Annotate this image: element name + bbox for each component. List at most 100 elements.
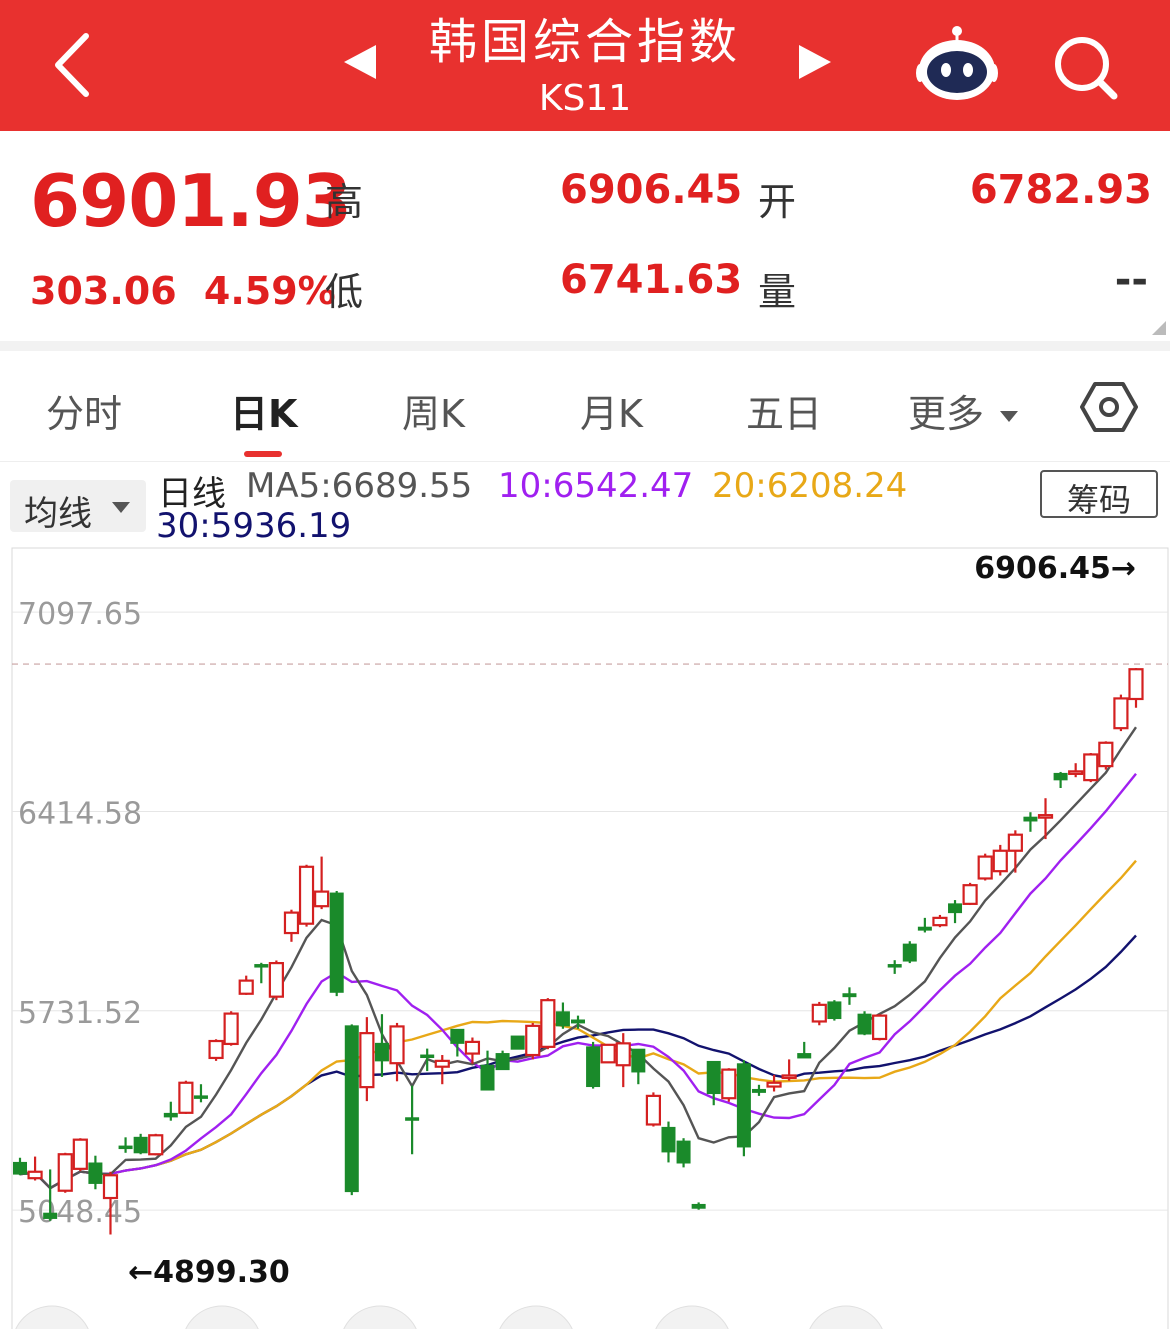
change-percent: 4.59% (203, 269, 336, 313)
candle (163, 1101, 178, 1121)
candle-body (932, 916, 948, 927)
candle-body (314, 890, 330, 908)
candle-body (661, 1126, 676, 1153)
candle (661, 1121, 676, 1163)
candle (57, 1152, 73, 1193)
candle (314, 856, 330, 910)
candle-body (540, 999, 556, 1048)
candle (827, 1000, 842, 1021)
expand-corner-icon[interactable] (1152, 321, 1166, 335)
candle (676, 1138, 691, 1168)
candle (948, 900, 963, 924)
candle-body (57, 1153, 73, 1192)
y-tick-label: 6414.58 (18, 796, 142, 831)
candle-body (1128, 668, 1144, 701)
candle (1083, 752, 1099, 783)
candle-body (766, 1081, 782, 1088)
open-value: 6782.93 (969, 167, 1152, 213)
candle-body (268, 962, 284, 998)
tab-timeshare[interactable]: 分时 (46, 383, 122, 438)
price-change: 303.06 4.59% (30, 269, 336, 313)
candle-body (298, 865, 315, 925)
chevron-left-icon[interactable] (48, 30, 98, 100)
kline-chart[interactable]: 7097.65 6414.58 5731.52 5048.45 6906.45→ ←48… (0, 546, 1170, 1329)
candle-body (329, 892, 344, 993)
candle-body (615, 1042, 631, 1067)
candle (72, 1138, 88, 1172)
triangle-right-icon[interactable] (795, 42, 835, 82)
candle (736, 1060, 751, 1157)
candle-body (887, 964, 902, 968)
candle-body (434, 1059, 450, 1068)
candle-body (736, 1063, 751, 1148)
candle (510, 1035, 525, 1050)
tab-five-day[interactable]: 五日 (746, 383, 822, 438)
candle-body (586, 1046, 601, 1088)
candle (118, 1137, 133, 1153)
candle-body (992, 849, 1008, 873)
candle-body (88, 1162, 103, 1184)
candle-body (148, 1134, 164, 1156)
candle (193, 1084, 208, 1103)
candle-body (102, 1174, 119, 1200)
candle (268, 960, 284, 1001)
candle-body (917, 926, 932, 931)
nav-circle (343, 1305, 417, 1329)
candle-body (450, 1028, 465, 1044)
candle-body (1083, 753, 1099, 782)
candle (1007, 830, 1023, 873)
candle (977, 853, 993, 881)
candle (495, 1050, 510, 1071)
ma-dropdown[interactable]: 均线 (10, 480, 146, 534)
last-price: 6901.93 (30, 159, 352, 243)
low-value: 6741.63 (560, 257, 743, 303)
y-tick-label: 7097.65 (18, 597, 142, 632)
hexagon-settings-icon[interactable] (1080, 381, 1138, 433)
candle (1098, 741, 1114, 770)
high-price-marker: 6906.45→ (974, 551, 1136, 586)
candle (540, 998, 556, 1050)
candle (811, 1001, 827, 1026)
candle (480, 1050, 495, 1091)
low-label: 低 (325, 270, 364, 314)
candle-body (420, 1054, 435, 1059)
candle-body (464, 1040, 481, 1055)
scrubber-circles (15, 1305, 883, 1329)
candle-body (72, 1138, 88, 1170)
robot-assistant-icon[interactable] (915, 25, 1000, 105)
triangle-left-icon[interactable] (340, 42, 380, 82)
tab-daily-k[interactable]: 日K (230, 383, 297, 438)
candle (962, 882, 978, 906)
candle (133, 1133, 148, 1155)
tab-more[interactable]: 更多 (908, 383, 1019, 438)
tab-monthly-k[interactable]: 月K (580, 383, 643, 438)
candle-body (208, 1039, 224, 1060)
search-icon[interactable] (1050, 32, 1120, 102)
open-label: 开 (758, 180, 797, 224)
candle-body (1068, 770, 1084, 775)
candle-body (1053, 772, 1068, 781)
candle-body (178, 1081, 194, 1114)
candle-body (631, 1048, 646, 1073)
candle (751, 1084, 766, 1096)
chips-button[interactable]: 筹码 (1040, 470, 1158, 519)
tab-weekly-k[interactable]: 周K (402, 383, 465, 438)
candle (1068, 763, 1084, 778)
candle-body (1113, 697, 1129, 730)
candle (645, 1092, 662, 1127)
candle-body (1007, 833, 1023, 852)
nav-circle (15, 1305, 89, 1329)
candle (359, 1017, 375, 1102)
volume-value: -- (1114, 257, 1148, 303)
candle (1053, 771, 1068, 789)
candle (464, 1037, 481, 1064)
moving-average-lines (19, 726, 1137, 1190)
candle (917, 917, 932, 933)
candle-body (555, 1011, 570, 1027)
period-tabs: 分时 日K 周K 月K 五日 更多 (0, 351, 1170, 461)
candle-body (751, 1088, 766, 1093)
y-tick-label: 5731.52 (18, 996, 142, 1031)
active-tab-indicator (244, 451, 282, 457)
candle-body (977, 855, 993, 880)
candle-body (872, 1014, 888, 1041)
